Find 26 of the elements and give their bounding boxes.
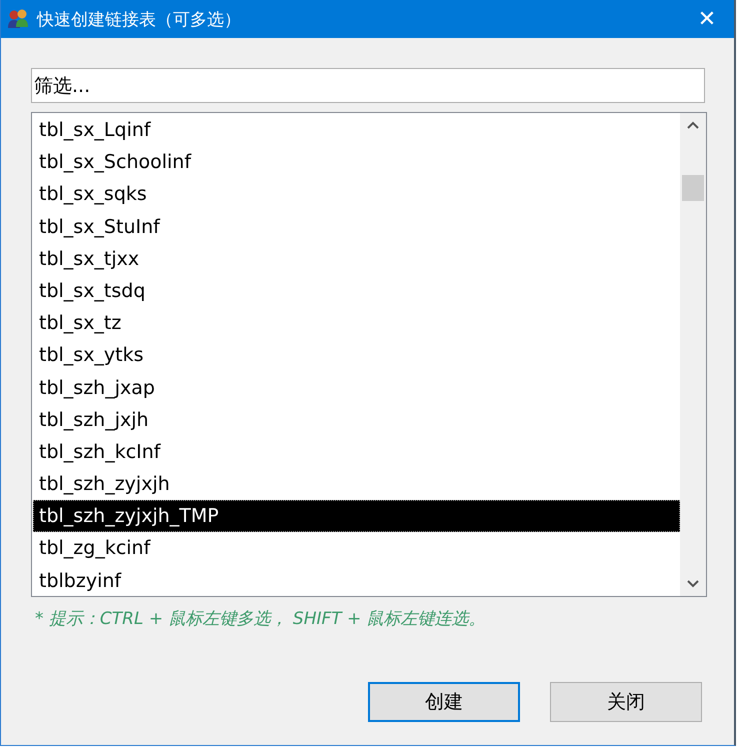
- list-item[interactable]: tbl_sx_tsdq: [33, 274, 680, 308]
- scrollbar[interactable]: [680, 113, 706, 596]
- users-icon: [7, 8, 29, 30]
- scroll-thumb[interactable]: [682, 175, 704, 201]
- list-item[interactable]: tbl_sx_ytks: [33, 339, 680, 372]
- list-item[interactable]: tbl_sx_Lqinf: [33, 114, 680, 146]
- close-button[interactable]: ✕: [684, 0, 730, 38]
- window-title: 快速创建链接表（可多选）: [37, 8, 242, 30]
- list-item[interactable]: tbl_sx_tz: [33, 307, 680, 340]
- list-item[interactable]: tbl_sx_sqks: [33, 178, 680, 211]
- list-item[interactable]: tbl_szh_zyjxjh_TMP: [33, 500, 680, 532]
- list-item[interactable]: tbl_szh_zyjxjh: [33, 468, 680, 500]
- list-item[interactable]: tbl_zg_kcinf: [33, 532, 680, 565]
- list-item[interactable]: tbl_szh_kcInf: [33, 436, 680, 468]
- list-item[interactable]: tbl_szh_jxjh: [33, 404, 680, 436]
- scroll-up-icon[interactable]: [687, 121, 699, 129]
- list-item[interactable]: tbl_szh_jxap: [33, 372, 680, 404]
- dialog-button[interactable]: 关闭: [550, 682, 702, 722]
- list-item[interactable]: tblbzyinf: [33, 564, 680, 596]
- list-item[interactable]: tbl_sx_tjxx: [33, 242, 680, 275]
- hint-text: * 提示：CTRL + 鼠标左键多选， SHIFT + 鼠标左键连选。: [34, 608, 487, 630]
- scroll-down-icon[interactable]: [687, 580, 699, 588]
- dialog-button[interactable]: 创建: [368, 682, 520, 722]
- list-item[interactable]: tbl_sx_Schoolinf: [33, 146, 680, 178]
- list-item[interactable]: tbl_sx_StuInf: [33, 210, 680, 243]
- filter-field[interactable]: 筛选...: [31, 68, 705, 103]
